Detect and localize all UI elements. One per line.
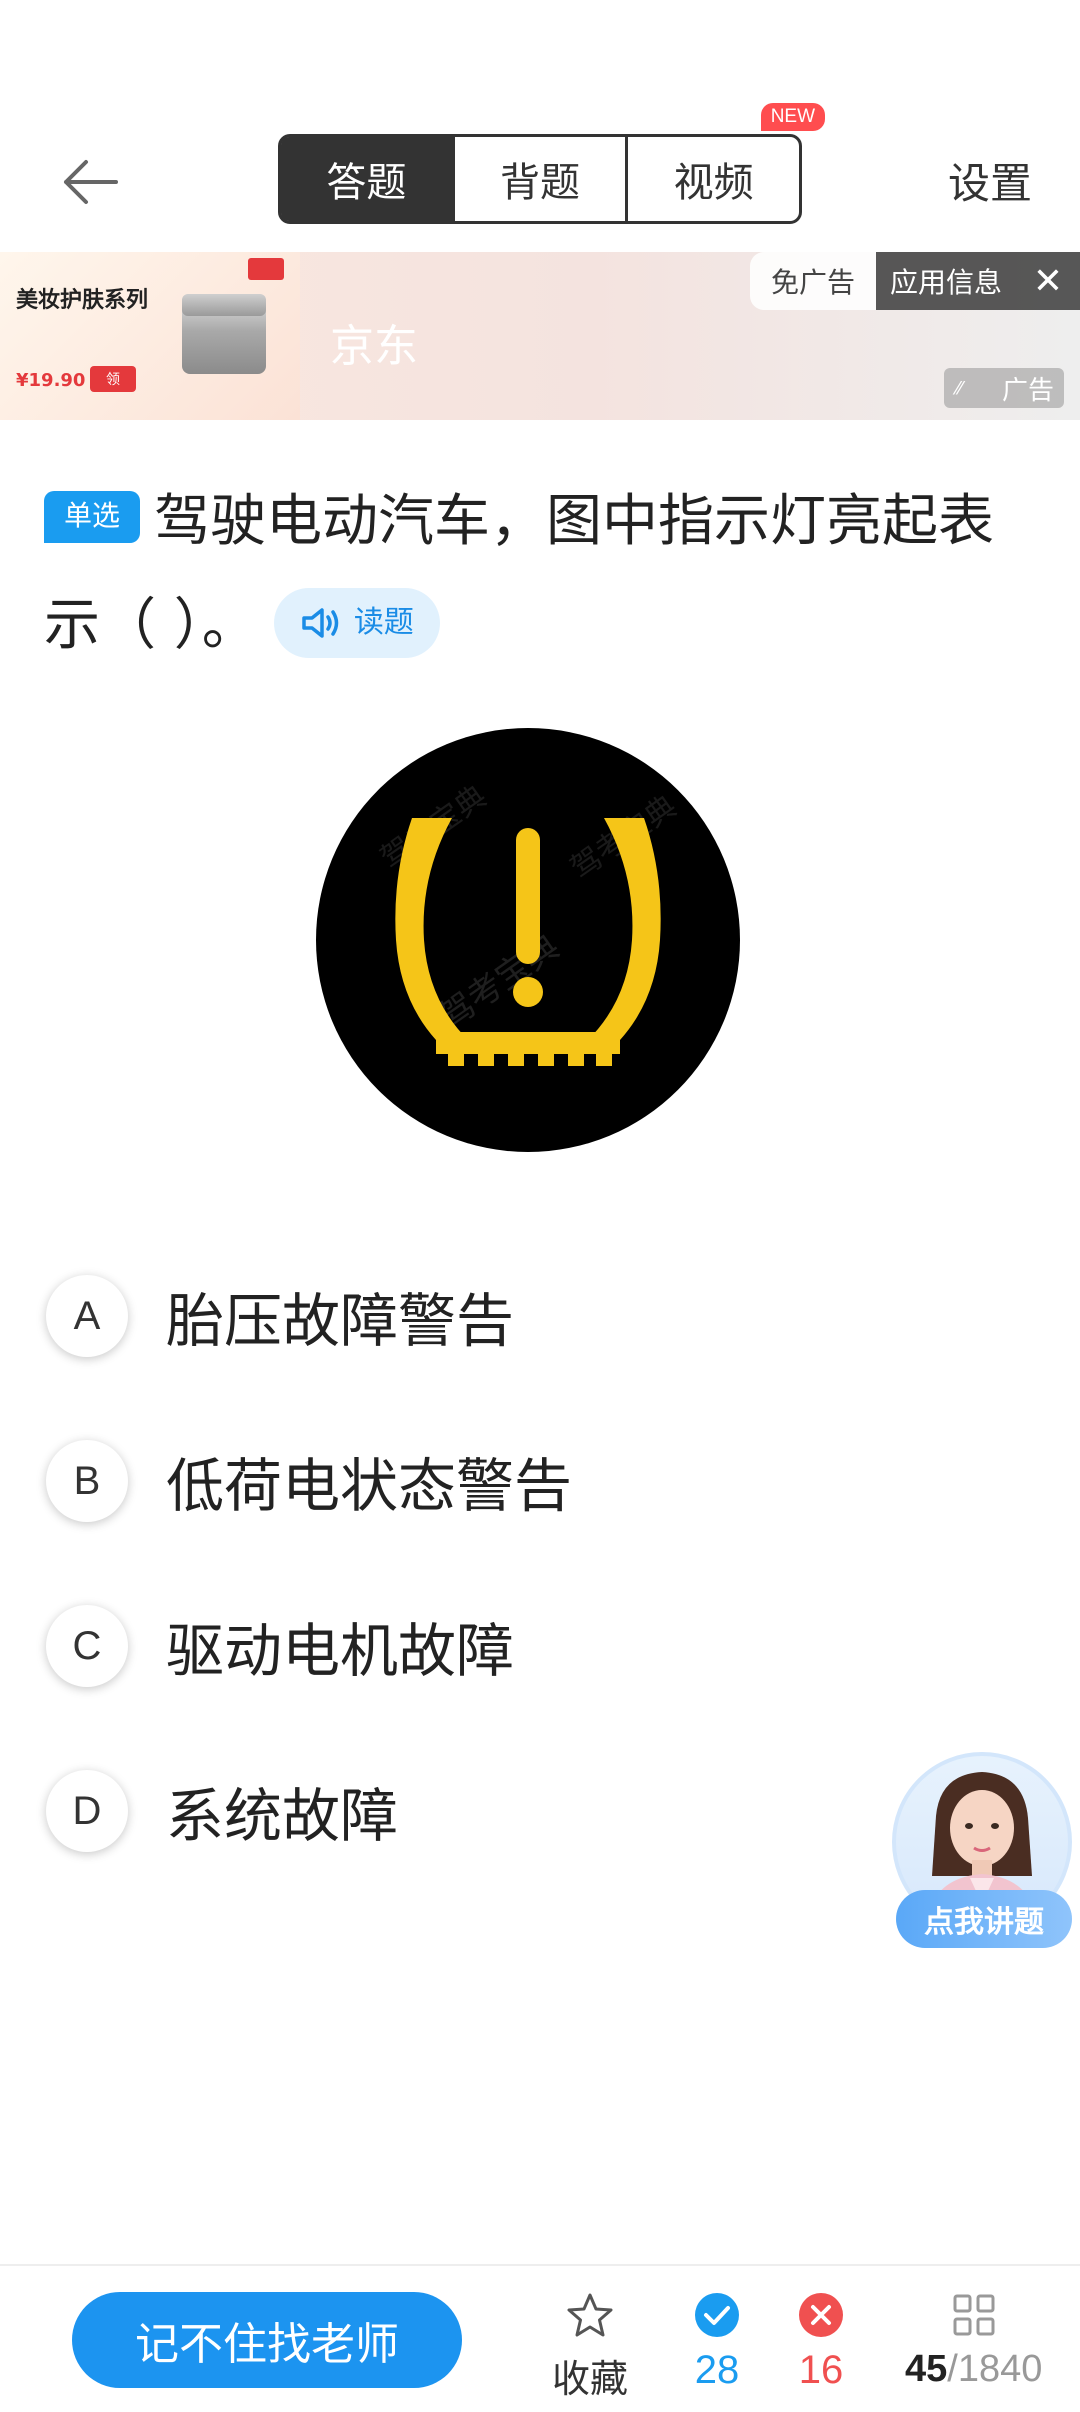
star-icon	[567, 2293, 613, 2337]
option-text: 驱动电机故障	[166, 1617, 515, 1685]
new-badge: NEW	[760, 103, 826, 131]
option-a[interactable]: A 胎压故障警告	[46, 1266, 946, 1366]
option-letter: C	[46, 1605, 128, 1687]
question-type-badge: 单选	[44, 490, 141, 543]
option-text: 低荷电状态警告	[166, 1452, 573, 1520]
read-question-label: 读题	[353, 604, 414, 640]
read-question-button[interactable]: 读题	[273, 587, 440, 658]
option-c[interactable]: C 驱动电机故障	[46, 1596, 946, 1696]
settings-button[interactable]: 设置	[948, 150, 1032, 211]
back-button[interactable]	[50, 142, 130, 222]
tab-video[interactable]: 视频 NEW	[628, 103, 826, 221]
ad-brand: 京东	[330, 321, 418, 372]
check-circle-icon	[695, 2293, 739, 2337]
correct-count-button[interactable]: 28	[694, 2292, 740, 2393]
jd-logo-icon	[248, 258, 284, 280]
favorite-button[interactable]: 收藏	[552, 2292, 628, 2403]
remove-ads-button[interactable]: 免广告	[750, 252, 876, 310]
wrong-count-button[interactable]: 16	[798, 2292, 844, 2393]
tab-answer[interactable]: 答题	[281, 137, 455, 221]
option-letter: B	[46, 1440, 128, 1522]
speaker-icon	[302, 608, 339, 638]
option-b[interactable]: B 低荷电状态警告	[46, 1431, 946, 1531]
wrong-count: 16	[798, 2348, 844, 2392]
explain-question-button[interactable]: 点我讲题	[888, 1752, 1074, 1952]
question-image: 驾考宝典 驾考宝典 驾考宝典	[300, 700, 780, 1180]
favorite-label: 收藏	[552, 2359, 629, 2401]
top-bar: 答题 背题 视频 NEW 设置	[0, 103, 1080, 250]
tire-pressure-warning-icon: 驾考宝典 驾考宝典 驾考宝典	[316, 728, 740, 1152]
tab-video-label: 视频	[673, 160, 754, 206]
total-question-count: /1840	[947, 2348, 1043, 2390]
ad-label-text: 广告	[1001, 375, 1054, 406]
ad-label: ⁄⁄ 广告	[944, 368, 1064, 408]
ad-label-icon: ⁄⁄	[956, 378, 963, 399]
bottom-bar: 记不住找老师 收藏 28 16 45/1840	[0, 2264, 1080, 2412]
grid-icon	[953, 2294, 995, 2336]
ad-banner[interactable]: 美妆护肤系列 ¥19.90 领 京东 免广告 应用信息 ✕ ⁄⁄ 广告	[0, 252, 1080, 420]
question-text: 驾驶电动汽车，图中指示灯亮起表示（ ）。	[44, 489, 995, 658]
mode-tabs: 答题 背题 视频 NEW	[278, 103, 826, 224]
cream-jar-icon	[182, 294, 266, 374]
explain-question-label: 点我讲题	[896, 1890, 1072, 1948]
option-letter: A	[46, 1275, 128, 1357]
tab-answer-label: 答题	[326, 160, 407, 206]
close-ad-icon[interactable]: ✕	[1016, 252, 1080, 310]
ad-price: ¥19.90	[16, 370, 86, 391]
ask-teacher-button[interactable]: 记不住找老师	[72, 2292, 462, 2388]
tab-memorize[interactable]: 背题	[455, 137, 629, 221]
ad-coupon-tag: 领	[90, 366, 136, 392]
option-letter: D	[46, 1770, 128, 1852]
ad-product-image: 美妆护肤系列 ¥19.90 领	[0, 252, 300, 420]
option-text: 系统故障	[166, 1782, 399, 1850]
current-question-number: 45	[905, 2348, 948, 2390]
option-text: 胎压故障警告	[166, 1287, 515, 1355]
cross-circle-icon	[799, 2293, 843, 2337]
tab-memorize-label: 背题	[500, 160, 580, 206]
correct-count: 28	[694, 2348, 740, 2392]
app-info-button[interactable]: 应用信息	[876, 252, 1016, 310]
question-index-button[interactable]: 45/1840	[905, 2292, 1042, 2391]
back-arrow-icon	[64, 160, 118, 204]
question-progress: 45/1840	[905, 2348, 1042, 2391]
option-d[interactable]: D 系统故障	[46, 1761, 946, 1861]
ad-product-title: 美妆护肤系列	[16, 288, 149, 313]
question: 单选 驾驶电动汽车，图中指示灯亮起表示（ ）。 读题	[44, 470, 1044, 678]
